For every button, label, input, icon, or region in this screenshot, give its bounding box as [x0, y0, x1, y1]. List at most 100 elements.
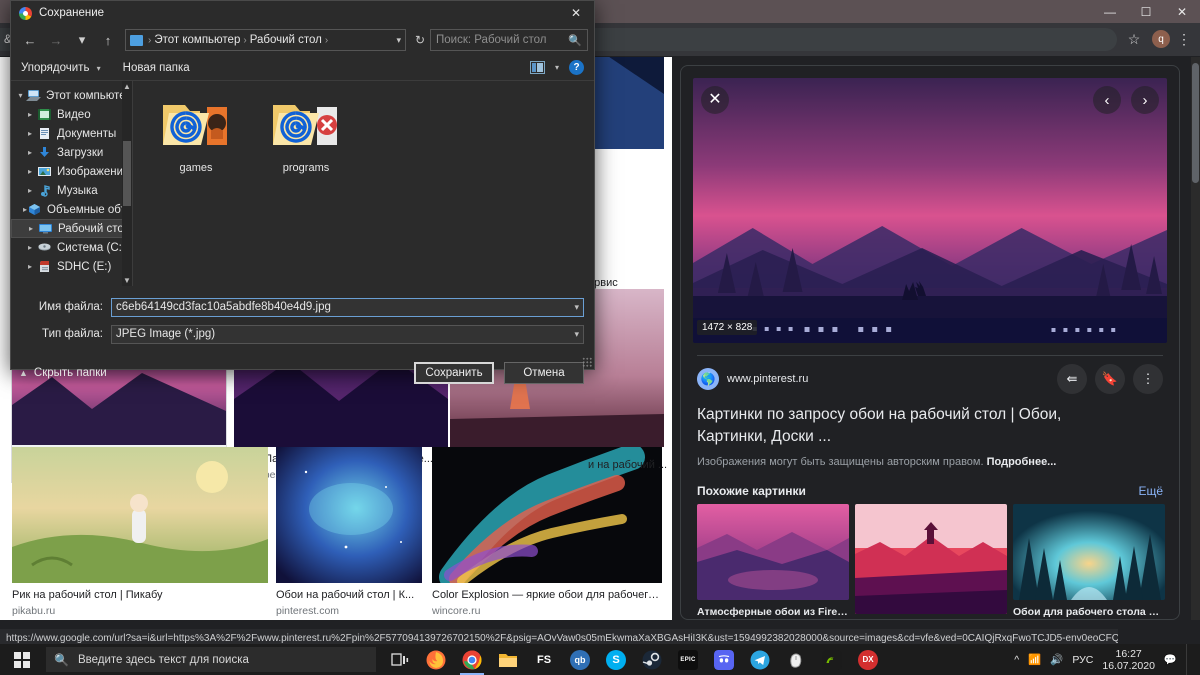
more-link[interactable]: Ещё [1138, 484, 1163, 498]
sidebar-item-video[interactable]: ▸ Видео [11, 105, 132, 124]
chevron-right-icon[interactable]: ▸ [23, 243, 37, 252]
hide-folders-button[interactable]: ▲ Скрыть папки [19, 367, 107, 379]
resize-grip[interactable] [582, 357, 592, 367]
list-item[interactable]: Рик на рабочий стол | Пикабу pikabu.ru [12, 447, 268, 618]
sidebar-item-music[interactable]: ▸ Музыка [11, 181, 132, 200]
list-item[interactable]: Атмосферные обои из Firewat... pinterest… [697, 504, 849, 619]
show-desktop-button[interactable] [1186, 644, 1196, 675]
refresh-icon[interactable]: ↻ [410, 29, 430, 51]
list-item[interactable]: Color Explosion — яркие обои для рабочег… [432, 447, 662, 618]
sidebar-item-documents[interactable]: ▸ Документы [11, 124, 132, 143]
mouse-utility-icon[interactable] [778, 644, 814, 675]
telegram-icon[interactable] [742, 644, 778, 675]
bookmark-icon[interactable]: 🔖 [1095, 364, 1125, 394]
sidebar-item-this-pc[interactable]: ▾ Этот компьютер [11, 86, 132, 105]
scrollbar-thumb[interactable] [123, 141, 131, 206]
file-type-label: Тип файла: [42, 328, 103, 340]
chevron-right-icon[interactable]: ▸ [24, 224, 38, 233]
chevron-right-icon[interactable]: ▸ [23, 186, 37, 195]
breadcrumb-item-0[interactable]: Этот компьютер [154, 34, 240, 46]
breadcrumb[interactable]: › Этот компьютер › Рабочий стол › ▾ [125, 29, 406, 51]
minimize-button[interactable]: — [1092, 0, 1128, 23]
language-indicator[interactable]: РУС [1072, 654, 1093, 666]
kebab-menu-icon[interactable]: ⋮ [1176, 29, 1192, 49]
search-input[interactable]: 🔍 Введите здесь текст для поиска [46, 647, 376, 672]
sidebar-item-3d-objects[interactable]: ▸ Объемные объе [11, 200, 132, 219]
chevron-down-icon[interactable]: ▾ [574, 302, 579, 313]
file-type-select[interactable]: JPEG Image (*.jpg) ▾ [111, 324, 584, 344]
preview-title[interactable]: Картинки по запросу обои на рабочий стол… [681, 402, 1141, 448]
list-item[interactable]: Обои на рабочий стол | К... pinterest.co… [276, 447, 422, 618]
scroll-up-icon[interactable]: ▲ [122, 81, 132, 92]
preview-site[interactable]: www.pinterest.ru [727, 373, 808, 385]
clock[interactable]: 16:27 16.07.2020 [1102, 648, 1155, 672]
forward-arrow-icon[interactable]: → [43, 28, 69, 52]
copyright-link[interactable]: Подробнее... [987, 456, 1057, 468]
share-icon[interactable]: ⇚ [1057, 364, 1087, 394]
list-item[interactable]: Обои для рабочего стола Fire... 1zoom.ru [1013, 504, 1165, 619]
sidebar-item-downloads[interactable]: ▸ Загрузки [11, 143, 132, 162]
firefox-icon[interactable] [418, 644, 454, 675]
chevron-right-icon[interactable]: ▸ [23, 167, 37, 176]
chevron-down-icon[interactable]: ▾ [574, 329, 579, 340]
show-hidden-icons-icon[interactable]: ^ [1014, 654, 1019, 666]
help-icon[interactable]: ? [569, 60, 584, 75]
skype-icon[interactable]: S [598, 644, 634, 675]
volume-icon[interactable]: 🔊 [1050, 653, 1063, 666]
chevron-right-icon[interactable]: ▸ [23, 110, 37, 119]
chevron-down-icon[interactable]: ▾ [15, 91, 26, 100]
search-input[interactable]: Поиск: Рабочий стол 🔍 [430, 29, 588, 51]
close-button[interactable]: ✕ [1164, 0, 1200, 23]
scroll-down-icon[interactable]: ▼ [122, 275, 132, 286]
organize-button[interactable]: Упорядочить ▾ [21, 62, 101, 74]
recent-locations-icon[interactable]: ▾ [69, 28, 95, 52]
chevron-right-icon[interactable]: ▸ [23, 129, 37, 138]
sidebar-item-desktop[interactable]: ▸ Рабочий стол [11, 219, 132, 238]
close-icon[interactable]: ✕ [701, 86, 729, 114]
new-folder-button[interactable]: Новая папка [123, 62, 190, 74]
file-item-programs[interactable]: programs [269, 97, 343, 286]
chevron-down-icon[interactable]: ▾ [396, 35, 401, 46]
avatar[interactable]: q [1152, 30, 1170, 48]
sidebar-item-system-c[interactable]: ▸ Система (C:) [11, 238, 132, 257]
maximize-button[interactable]: ☐ [1128, 0, 1164, 23]
nvidia-icon[interactable] [814, 644, 850, 675]
more-vertical-icon[interactable]: ⋮ [1133, 364, 1163, 394]
wifi-icon[interactable]: 📶 [1028, 653, 1041, 666]
star-icon[interactable]: ☆ [1126, 31, 1142, 47]
dialog-close-button[interactable]: ✕ [558, 1, 594, 25]
steam-icon[interactable] [634, 644, 670, 675]
tree-scrollbar[interactable]: ▲ ▼ [122, 81, 132, 286]
chevron-down-icon[interactable]: ▾ [555, 63, 559, 72]
save-button[interactable]: Сохранить [414, 362, 494, 384]
cancel-button[interactable]: Отмена [504, 362, 584, 384]
scrollbar-thumb[interactable] [1192, 63, 1199, 183]
discord-icon[interactable] [706, 644, 742, 675]
next-image-icon[interactable]: › [1131, 86, 1159, 114]
file-name-input[interactable]: c6eb64149cd3fac10a5abdfe8b40e4d9.jpg ▾ [111, 297, 584, 317]
chevron-right-icon[interactable]: ▸ [23, 148, 37, 157]
chrome-icon[interactable] [454, 644, 490, 675]
file-explorer-icon[interactable] [490, 644, 526, 675]
back-arrow-icon[interactable]: ← [17, 28, 43, 52]
breadcrumb-item-1[interactable]: Рабочий стол [250, 34, 322, 46]
task-view-icon[interactable] [382, 644, 418, 675]
fs-icon[interactable]: FS [526, 644, 562, 675]
qbittorrent-icon[interactable]: qb [562, 644, 598, 675]
list-item[interactable]: обои на рабочий стол 4к ultra... 1zoom.r… [855, 504, 1007, 619]
music-icon [41, 185, 50, 197]
file-item-games[interactable]: games [159, 97, 233, 286]
sidebar-item-sdhc-e[interactable]: ▸ SDHC (E:) [11, 257, 132, 276]
directx-icon[interactable]: DX [850, 644, 886, 675]
action-center-icon[interactable]: 💬 [1164, 653, 1177, 666]
epic-games-icon[interactable]: EPIC [670, 644, 706, 675]
up-arrow-icon[interactable]: ↑ [95, 28, 121, 52]
preview-image[interactable]: ✕ ‹ › 1472 × 828 [693, 78, 1167, 343]
chrome-glyph [462, 650, 482, 669]
chevron-right-icon[interactable]: ▸ [23, 262, 37, 271]
previous-image-icon[interactable]: ‹ [1093, 86, 1121, 114]
view-layout-icon[interactable] [529, 61, 545, 74]
sidebar-item-pictures[interactable]: ▸ Изображения [11, 162, 132, 181]
page-scrollbar[interactable] [1191, 57, 1200, 620]
windows-start-icon[interactable] [0, 644, 44, 675]
